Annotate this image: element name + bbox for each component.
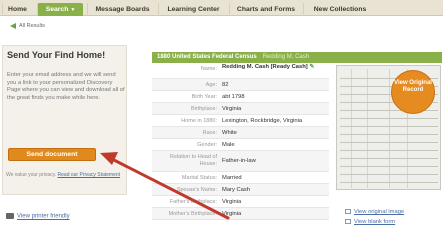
record-details: Name: Redding M. Cash [Ready Cash] ✎ Age… xyxy=(152,63,329,220)
printer-link-label: View printer friendly xyxy=(17,213,70,220)
census-rule xyxy=(340,150,438,151)
row-label: Mother's Birthplace: xyxy=(168,211,217,217)
chevron-down-icon: ▼ xyxy=(70,7,76,13)
row-value: Mary Cash xyxy=(222,187,251,193)
census-rule xyxy=(340,166,438,167)
row-label: Marital Status: xyxy=(181,175,217,181)
row-label: Home in 1880: xyxy=(181,118,217,124)
image-icon xyxy=(345,208,351,214)
row-value: 82 xyxy=(222,82,229,88)
census-rule xyxy=(340,174,438,175)
census-rule xyxy=(340,126,438,127)
record-row: Spouse's Name: Mary Cash xyxy=(152,184,329,196)
view-original-record-badge[interactable]: View Original Record xyxy=(391,70,435,114)
printer-icon xyxy=(6,213,14,219)
census-rule xyxy=(340,118,438,119)
row-label: Race: xyxy=(202,130,217,136)
tab-label: Learning Center xyxy=(167,6,220,13)
row-label: Birthplace: xyxy=(191,106,217,112)
census-rule xyxy=(340,182,438,183)
view-original-image-link[interactable]: View original image xyxy=(345,207,404,217)
tab-home[interactable]: Home xyxy=(2,3,32,16)
record-row: Race: White xyxy=(152,127,329,139)
name-value: Redding M. Cash [Ready Cash] xyxy=(222,64,308,70)
send-panel-description: Enter your email address and we will sen… xyxy=(7,72,125,101)
tab-new-collections[interactable]: New Collections xyxy=(303,3,376,16)
privacy-note: We value your privacy. Read our Privacy … xyxy=(6,172,128,179)
row-label: Name: xyxy=(200,66,217,72)
back-arrow-icon xyxy=(10,22,16,29)
record-row: Age: 82 xyxy=(152,79,329,91)
tab-search[interactable]: Search ▼ xyxy=(37,3,83,16)
tab-label: New Collections xyxy=(313,6,367,13)
row-value: Virginia xyxy=(222,199,242,205)
record-row: Father's Birthplace: Virginia xyxy=(152,196,329,208)
row-value: Father-in-law xyxy=(222,158,256,164)
record-row: Home in 1880: Lexington, Rockbridge, Virg… xyxy=(152,115,329,127)
record-row: Marital Status: Married xyxy=(152,172,329,184)
back-link-label: All Results xyxy=(19,23,45,29)
record-subtitle: Redding M. Cash xyxy=(262,54,310,60)
record-row: Relation to Head of House: Father-in-law xyxy=(152,151,329,172)
tab-label: Home xyxy=(8,6,27,13)
view-blank-form-link[interactable]: View blank form xyxy=(345,217,404,227)
record-row: Mother's Birthplace: Virginia xyxy=(152,208,329,220)
tab-charts-and-forms[interactable]: Charts and Forms xyxy=(229,3,302,16)
record-header: 1880 United States Federal Census Redding… xyxy=(152,52,442,63)
record-title: 1880 United States Federal Census xyxy=(157,54,257,60)
row-value: Lexington, Rockbridge, Virginia xyxy=(222,118,303,124)
census-rule xyxy=(340,142,438,143)
link-label: View original image xyxy=(354,209,405,215)
record-row: Birth Year: abt 1798 xyxy=(152,91,329,103)
all-results-link[interactable]: All Results xyxy=(10,21,45,31)
row-label: Spouse's Name: xyxy=(176,187,217,193)
tab-learning-center[interactable]: Learning Center xyxy=(158,3,228,16)
top-nav: Home Search ▼ Message Boards Learning Cen… xyxy=(0,0,443,16)
record-row: Gender: Male xyxy=(152,139,329,151)
record-row: Name: Redding M. Cash [Ready Cash] ✎ xyxy=(152,63,329,79)
row-value: Male xyxy=(222,142,235,148)
privacy-text: We value your privacy. xyxy=(6,172,57,178)
printer-friendly-link[interactable]: View printer friendly xyxy=(6,213,70,220)
tab-message-boards[interactable]: Message Boards xyxy=(87,3,157,16)
row-value: abt 1798 xyxy=(222,94,245,100)
row-label: Birth Year: xyxy=(191,94,217,100)
row-label: Gender: xyxy=(197,142,217,148)
row-label: Age: xyxy=(205,82,217,88)
link-label: View blank form xyxy=(354,219,396,225)
image-links: View original image View blank form xyxy=(345,207,404,227)
pencil-icon[interactable]: ✎ xyxy=(309,64,314,70)
record-row: Birthplace: Virginia xyxy=(152,103,329,115)
row-value: Married xyxy=(222,175,242,181)
row-value: Redding M. Cash [Ready Cash] ✎ xyxy=(222,64,328,71)
privacy-statement-link[interactable]: Read our Privacy Statement xyxy=(58,172,121,178)
tab-label: Charts and Forms xyxy=(236,6,296,13)
send-panel-title: Send Your Find Home! xyxy=(7,50,106,60)
census-rule xyxy=(340,158,438,159)
census-rule xyxy=(340,134,438,135)
row-value: Virginia xyxy=(222,106,242,112)
row-value: White xyxy=(222,130,237,136)
row-value: Virginia xyxy=(222,211,242,217)
tab-label: Search xyxy=(45,6,69,13)
tab-label: Message Boards xyxy=(95,6,150,13)
row-label: Relation to Head of House: xyxy=(169,154,217,167)
send-document-button[interactable]: Send document xyxy=(8,148,96,161)
form-icon xyxy=(345,218,351,224)
row-label: Father's Birthplace: xyxy=(169,199,217,205)
